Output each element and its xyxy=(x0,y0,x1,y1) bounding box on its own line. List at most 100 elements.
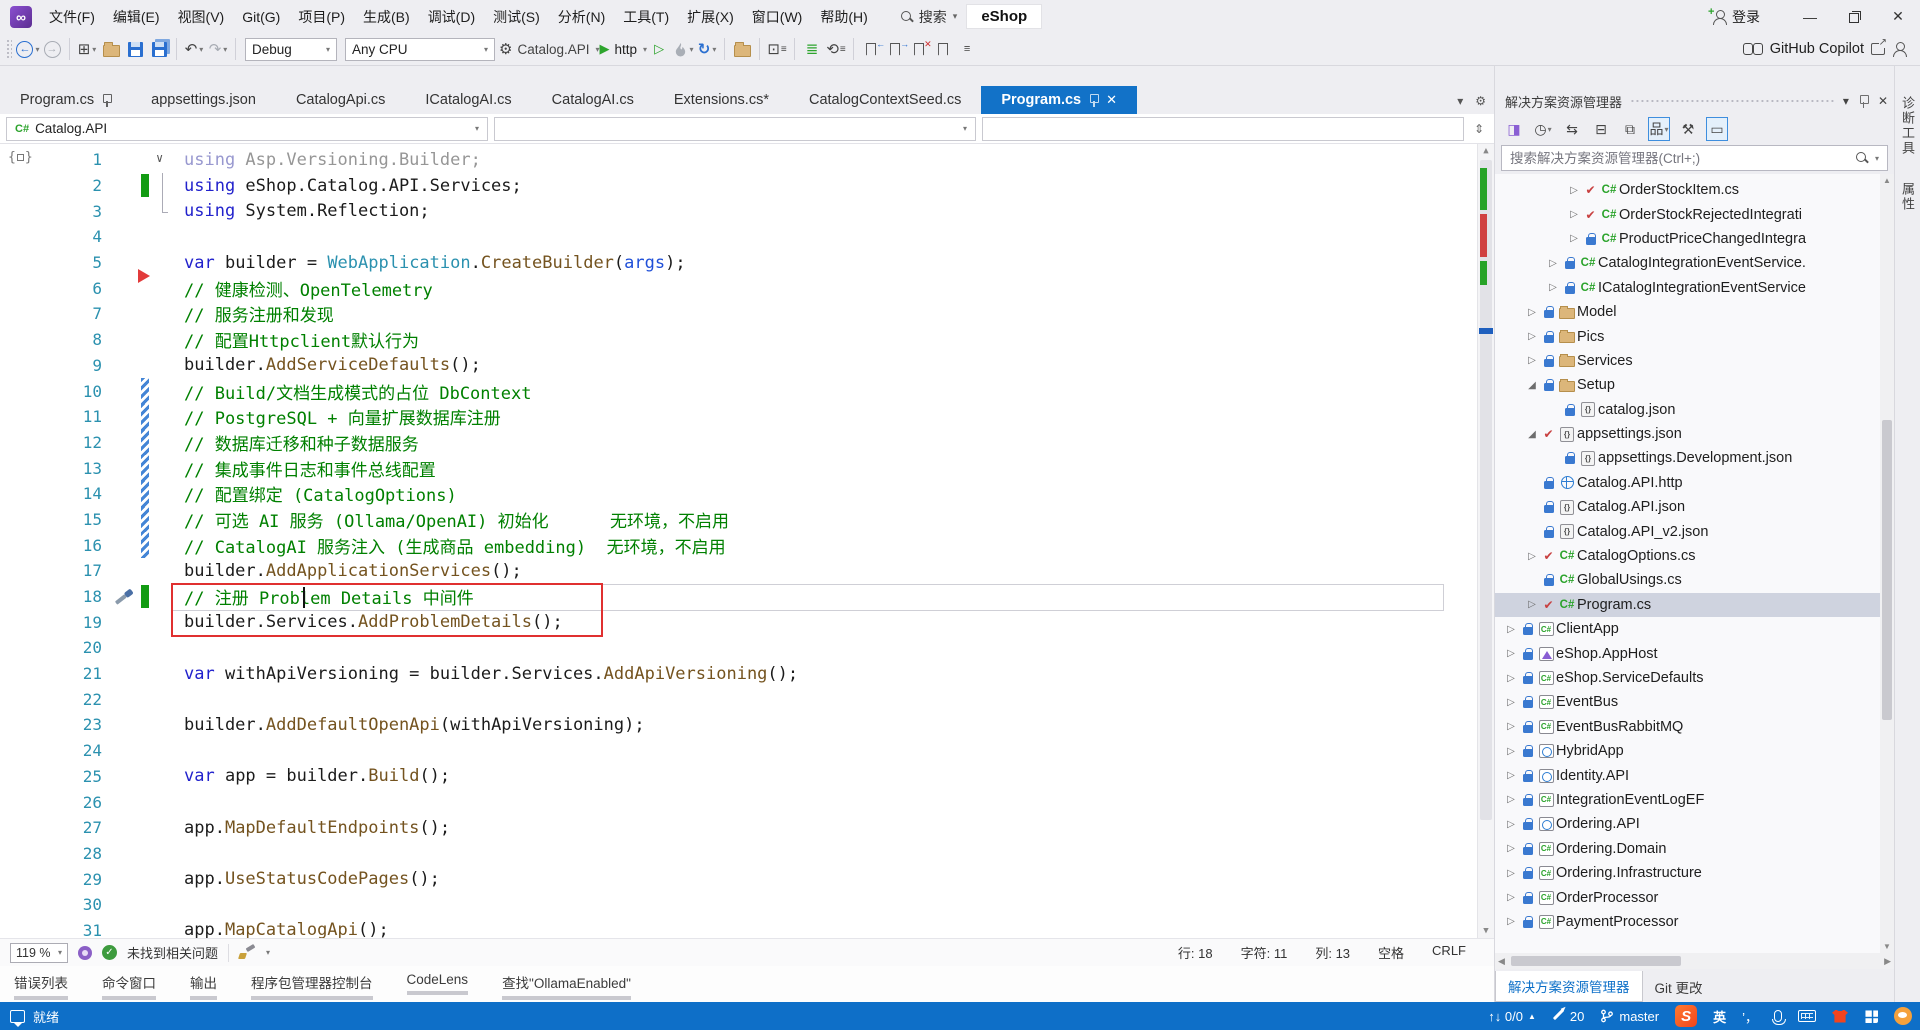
menu-扩展(X)[interactable]: 扩展(X) xyxy=(678,0,743,33)
active-files-dropdown-icon[interactable]: ▾ xyxy=(1457,94,1463,108)
tab-settings-gear-icon[interactable]: ⚙ xyxy=(1475,94,1486,108)
line-ending[interactable]: CRLF xyxy=(1432,943,1466,962)
code-line-20[interactable]: 20 xyxy=(0,635,1494,661)
tree-item-OrderStockRejectedIntegrati[interactable]: ▷ ✔ C# OrderStockRejectedIntegrati xyxy=(1495,202,1894,226)
menu-工具(T)[interactable]: 工具(T) xyxy=(614,0,678,33)
code-line-21[interactable]: 21 var withApiVersioning = builder.Servic… xyxy=(0,661,1494,687)
sogou-input-icon[interactable]: S xyxy=(1675,1005,1698,1027)
split-window-icon[interactable]: ⇕ xyxy=(1470,122,1488,136)
show-all-files-icon[interactable]: ⧉ xyxy=(1619,117,1641,141)
code-line-23[interactable]: 23 builder.AddDefaultOpenApi(withApiVersi… xyxy=(0,712,1494,738)
close-tab-icon[interactable]: ✕ xyxy=(1106,92,1117,108)
document-tab-appsettings-json[interactable]: appsettings.json xyxy=(131,86,276,114)
tree-item-ProductPriceChangedIntegra[interactable]: ▷ C# ProductPriceChangedIntegra xyxy=(1495,227,1894,251)
zoom-level-dropdown[interactable]: 119 % ▾ xyxy=(10,942,68,963)
tree-item-Pics[interactable]: ▷ Pics xyxy=(1495,324,1894,348)
expander-icon[interactable]: ▷ xyxy=(1545,258,1561,269)
indent-lines-icon[interactable]: ≣ xyxy=(800,36,824,62)
menu-文件(F)[interactable]: 文件(F) xyxy=(40,0,104,33)
tree-item-eShop-AppHost[interactable]: ▷ eShop.AppHost xyxy=(1495,641,1894,665)
code-line-2[interactable]: 2 using eShop.Catalog.API.Services; xyxy=(0,172,1494,199)
code-line-29[interactable]: 29 app.UseStatusCodePages(); xyxy=(0,866,1494,892)
undo-format-icon[interactable]: ⟲ ≡ xyxy=(824,36,848,62)
tree-item-eShop-ServiceDefaults[interactable]: ▷ C# eShop.ServiceDefaults xyxy=(1495,666,1894,690)
expander-icon[interactable]: ▷ xyxy=(1503,868,1519,879)
expander-icon[interactable]: ▷ xyxy=(1566,209,1582,220)
sync-with-active-document-icon[interactable]: ⇆ xyxy=(1561,117,1583,141)
expander-icon[interactable]: ▷ xyxy=(1503,746,1519,757)
code-editor[interactable]: {} 1 ∨ using Asp.Versioning.Builder; 2 using… xyxy=(0,144,1494,938)
expander-icon[interactable]: ▷ xyxy=(1524,331,1540,342)
tree-item-HybridApp[interactable]: ▷ HybridApp xyxy=(1495,739,1894,763)
find-in-files-button[interactable]: ○ xyxy=(730,36,754,62)
panel-tab--OllamaEnabled-[interactable]: 查找"OllamaEnabled" xyxy=(502,972,631,1000)
panel-tab--[interactable]: 输出 xyxy=(190,972,217,1000)
indent-mode[interactable]: 空格 xyxy=(1378,943,1404,962)
tree-item-EventBusRabbitMQ[interactable]: ▷ C# EventBusRabbitMQ xyxy=(1495,715,1894,739)
scroll-up-icon[interactable]: ▲ xyxy=(1478,146,1494,156)
code-line-15[interactable]: 15// 可选 AI 服务 (Ollama/OpenAI) 初始化 无环境，不启… xyxy=(0,506,1494,533)
sign-in-button[interactable]: + 登录 xyxy=(1708,6,1760,27)
code-line-24[interactable]: 24 xyxy=(0,738,1494,764)
document-tab-CatalogAI-cs[interactable]: CatalogAI.cs xyxy=(532,86,654,114)
expander-icon[interactable]: ▷ xyxy=(1503,892,1519,903)
member-dropdown[interactable] xyxy=(982,116,1464,141)
github-copilot-button[interactable]: GitHub Copilot xyxy=(1742,33,1907,65)
start-debugging-button[interactable]: ▶ http ▾ xyxy=(600,36,648,62)
expander-icon[interactable]: ▷ xyxy=(1524,551,1540,562)
ime-language-toggle[interactable]: 英 xyxy=(1713,1007,1726,1026)
tree-item-Ordering-API[interactable]: ▷ Ordering.API xyxy=(1495,812,1894,836)
panel-tab--[interactable]: 错误列表 xyxy=(14,972,68,1000)
expander-icon[interactable]: ◢ xyxy=(1524,380,1540,391)
tree-item-Catalog-API-http[interactable]: Catalog.API.http xyxy=(1495,471,1894,495)
expander-icon[interactable]: ▷ xyxy=(1503,648,1519,659)
document-tab-Extensions-cs-[interactable]: Extensions.cs* xyxy=(654,86,789,114)
expander-icon[interactable]: ▷ xyxy=(1524,307,1540,318)
git-sync-button[interactable]: ↑↓ 0/0 ▲ xyxy=(1488,1009,1536,1024)
tree-item-appsettings-Development-json[interactable]: {} appsettings.Development.json xyxy=(1495,446,1894,470)
ime-mascot-icon[interactable] xyxy=(1894,1007,1912,1025)
code-line-7[interactable]: 7// 服务注册和发现 xyxy=(0,301,1494,327)
search-control[interactable]: 搜索 ▾ xyxy=(900,7,957,27)
tree-item-Ordering-Infrastructure[interactable]: ▷ C# Ordering.Infrastructure xyxy=(1495,861,1894,885)
auto-hide-tab-诊断工具[interactable]: 诊断工具 xyxy=(1898,96,1917,156)
switch-views-icon[interactable]: ◨ xyxy=(1503,117,1525,141)
tree-item-IntegrationEventLogEF[interactable]: ▷ C# IntegrationEventLogEF xyxy=(1495,788,1894,812)
solution-platform-dropdown[interactable]: Any CPU ▾ xyxy=(345,37,495,61)
solution-search-box[interactable]: ▾ xyxy=(1501,145,1888,171)
code-line-22[interactable]: 22 xyxy=(0,686,1494,712)
document-tab-Program-cs[interactable]: Program.cs xyxy=(0,86,131,114)
tree-item-OrderProcessor[interactable]: ▷ C# OrderProcessor xyxy=(1495,885,1894,909)
code-line-9[interactable]: 9 builder.AddServiceDefaults(); xyxy=(0,353,1494,379)
expander-icon[interactable]: ▷ xyxy=(1503,624,1519,635)
expander-icon[interactable]: ▷ xyxy=(1524,599,1540,610)
tool-tab-Git-[interactable]: Git 更改 xyxy=(1643,971,1715,1002)
code-line-12[interactable]: 12// 数据库迁移和种子数据服务 xyxy=(0,429,1494,456)
expander-icon[interactable]: ▷ xyxy=(1503,721,1519,732)
code-line-10[interactable]: 10// Build/文档生成模式的占位 DbContext xyxy=(0,378,1494,404)
nesting-options-icon[interactable]: 品 ▾ xyxy=(1648,117,1670,141)
startup-project-dropdown[interactable]: ⚙ Catalog.API ▾ xyxy=(499,36,600,62)
soft-keyboard-icon[interactable] xyxy=(1798,1010,1816,1022)
code-line-31[interactable]: 31 app.MapCatalogApi(); xyxy=(0,918,1494,938)
expander-icon[interactable]: ▷ xyxy=(1545,282,1561,293)
scroll-down-icon[interactable]: ▼ xyxy=(1478,926,1494,936)
solution-name-badge[interactable]: eShop xyxy=(967,5,1042,28)
properties-wrench-icon[interactable]: ⚒ xyxy=(1677,117,1699,141)
code-line-30[interactable]: 30 xyxy=(0,892,1494,918)
document-health-icon[interactable] xyxy=(78,945,92,960)
expander-icon[interactable]: ▷ xyxy=(1503,819,1519,830)
menu-编辑(E)[interactable]: 编辑(E) xyxy=(104,0,169,33)
expander-icon[interactable]: ▷ xyxy=(1566,233,1582,244)
expander-icon[interactable]: ▷ xyxy=(1503,697,1519,708)
tree-item-catalog-json[interactable]: {} catalog.json xyxy=(1495,398,1894,422)
pin-icon[interactable] xyxy=(1089,93,1100,107)
code-line-3[interactable]: 3 using System.Reflection; xyxy=(0,198,1494,224)
undo-button[interactable]: ↶ ▾ xyxy=(182,36,206,62)
expander-icon[interactable]: ▷ xyxy=(1503,794,1519,805)
project-dropdown[interactable]: C# Catalog.API ▾ xyxy=(6,116,488,141)
code-line-27[interactable]: 27 app.MapDefaultEndpoints(); xyxy=(0,815,1494,841)
panel-tab-CodeLens[interactable]: CodeLens xyxy=(406,972,469,995)
start-without-debugging-button[interactable]: ▷ xyxy=(647,36,671,62)
code-line-8[interactable]: 8// 配置Httpclient默认行为 xyxy=(0,327,1494,353)
